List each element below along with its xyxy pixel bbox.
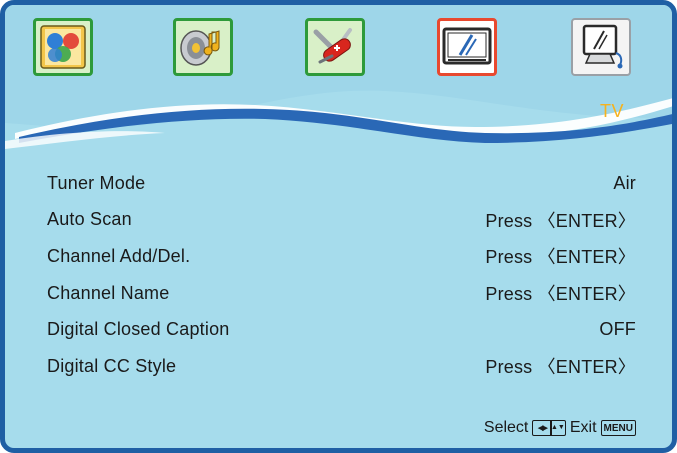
menu-item-label: Channel Name [47,282,170,303]
section-title: TV [599,101,624,121]
display-icon [442,25,492,69]
menu-item-value: OFF [599,319,636,340]
menu-item-label: Auto Scan [47,209,132,230]
menu-item-value: Air [613,172,636,193]
setup-icon [310,24,360,70]
left-right-arrows-icon: ◀▶ [537,425,548,432]
sound-icon [178,24,228,70]
menu-item-value: Press 〈ENTER〉 [485,284,636,305]
menu-item-channel-add-del[interactable]: Channel Add/Del. Press 〈ENTER〉 [47,238,636,275]
tab-picture[interactable] [33,18,93,76]
tab-display[interactable] [437,18,497,76]
menu-item-value: Press 〈ENTER〉 [485,210,636,231]
tv-menu-screen: TV Tuner Mode Air Auto Scan Press 〈ENTER… [0,0,677,453]
footer-hint: Select ◀▶ ▲▼ Exit MENU [484,419,636,437]
tab-setup[interactable] [305,18,365,76]
tab-tv[interactable] [571,18,631,76]
tv-icon [576,23,626,71]
menu-item-digital-closed-caption[interactable]: Digital Closed Caption OFF [47,311,636,348]
menu-item-label: Tuner Mode [47,172,146,193]
menu-item-label: Digital CC Style [47,355,177,376]
menu-item-label: Channel Add/Del. [47,245,191,266]
select-label: Select [483,419,529,436]
exit-label: Exit [569,419,597,436]
menu-item-label: Digital Closed Caption [47,319,230,340]
menu-item-auto-scan[interactable]: Auto Scan Press 〈ENTER〉 [47,202,636,239]
menu-item-digital-cc-style[interactable]: Digital CC Style Press 〈ENTER〉 [47,348,636,385]
menu-key-icon: MENU [600,420,636,436]
menu-item-value: Press 〈ENTER〉 [485,247,636,268]
tab-sound[interactable] [173,18,233,76]
menu-item-channel-name[interactable]: Channel Name Press 〈ENTER〉 [47,275,636,312]
menu-item-tuner-mode[interactable]: Tuner Mode Air [47,165,636,202]
up-down-arrows-icon: ▲▼ [550,424,565,431]
menu-list: Tuner Mode Air Auto Scan Press 〈ENTER〉 C… [47,165,636,385]
navigation-keys-icon: ◀▶ ▲▼ [532,420,566,436]
menu-item-value: Press 〈ENTER〉 [485,357,636,378]
picture-icon [40,25,86,69]
